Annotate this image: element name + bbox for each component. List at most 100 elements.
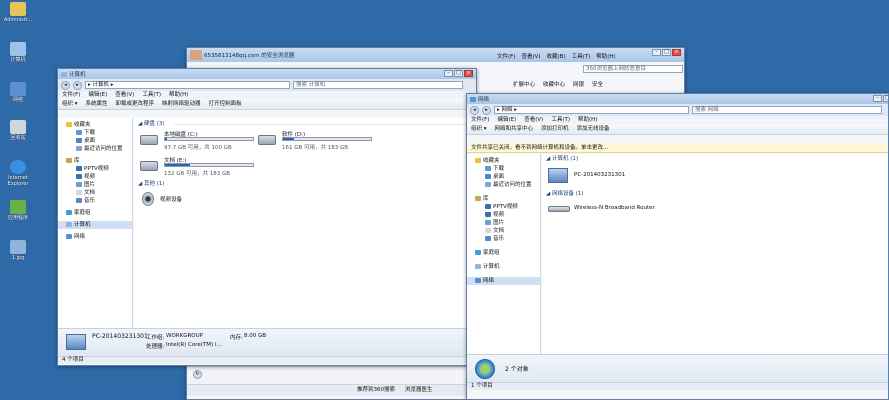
nav-library[interactable]: 库 [467,195,540,203]
nav-homegroup[interactable]: 家庭组 [58,209,132,217]
nav-music[interactable]: 音乐 [467,235,540,243]
minimize-button[interactable]: – [652,49,661,56]
desktop-icon-ie[interactable]: Internet Explorer [2,160,34,187]
open-control-panel-button[interactable]: 打开控制面板 [209,99,242,109]
forward-button[interactable]: ▸ [482,105,491,115]
favorites-center-button[interactable]: 收藏中心 [543,80,565,88]
computer-toolbar: 组织 ▾ 系统属性 卸载或更改程序 映射网络驱动器 打开控制面板 [58,99,476,110]
minimize-button[interactable]: – [444,70,453,77]
menu-edit[interactable]: 编辑(E) [88,91,107,99]
system-properties-button[interactable]: 系统属性 [86,99,108,109]
browser-doctor-button[interactable]: 浏览器医生 [405,385,433,396]
refresh-icon[interactable]: ↻ [193,370,202,379]
close-button[interactable]: × [672,49,681,56]
add-wireless-device-button[interactable]: 添加无线设备 [577,124,610,134]
browser-menu-help[interactable]: 帮助(H) [596,52,615,60]
nav-downloads[interactable]: 下载 [467,165,540,173]
extensions-button[interactable]: 扩展中心 [513,80,535,88]
nav-desktop[interactable]: 桌面 [58,137,132,145]
maximize-button[interactable]: □ [883,95,888,102]
security-button[interactable]: 安全 [592,80,603,88]
browser-menu-view[interactable]: 查看(V) [521,52,540,60]
back-button[interactable]: ◂ [61,80,70,90]
nav-library[interactable]: 库 [58,157,132,165]
nav-network[interactable]: 网络 [467,277,540,285]
menu-view[interactable]: 查看(V) [524,116,543,124]
back-button[interactable]: ◂ [470,105,479,115]
minimize-button[interactable]: – [873,95,882,102]
nav-pictures[interactable]: 图片 [58,181,132,189]
network-computer-item[interactable]: PC-201403231301 [548,166,668,186]
nav-desktop[interactable]: 桌面 [467,173,540,181]
group-header-disks[interactable]: ◢ 硬盘 (3) [138,120,165,128]
computer-window[interactable]: 计算机 – □ × ◂ ▸ ▸ 计算机 ▸ 搜索 计算机 文件(F) 编辑(E)… [57,68,477,366]
nav-computer[interactable]: 计算机 [58,221,132,229]
browser-menu-tools[interactable]: 工具(T) [572,52,591,60]
menu-edit[interactable]: 编辑(E) [497,116,516,124]
nav-documents[interactable]: 文档 [467,227,540,235]
map-network-drive-button[interactable]: 映射网络驱动器 [162,99,201,109]
nav-downloads[interactable]: 下载 [58,129,132,137]
add-printer-button[interactable]: 添加打印机 [541,124,569,134]
nav-pptv[interactable]: PPTV视频 [467,203,540,211]
desktop-icon-recycle-bin[interactable]: 回收站 [2,120,34,141]
group-header-computers[interactable]: ◢ 计算机 (1) [546,155,578,163]
desktop-icon-apps[interactable]: 应用程序 [2,200,34,221]
computer-search-input[interactable]: 搜索 计算机 [293,81,463,89]
nav-documents[interactable]: 文档 [58,189,132,197]
router-item[interactable]: Wireless-N Broadband Router [548,201,708,217]
maximize-button[interactable]: □ [662,49,671,56]
nav-network[interactable]: 网络 [58,233,132,241]
nav-videos[interactable]: 视频 [58,173,132,181]
internet-explorer-icon [10,160,26,174]
computer-address-bar[interactable]: ▸ 计算机 ▸ [85,81,290,89]
recommend-search-button[interactable]: 推荐到360搜索 [357,385,395,396]
nav-favorites[interactable]: 收藏夹 [58,121,132,129]
disk-d[interactable]: 软件 (D:) 161 GB 可用，共 183 GB [258,130,378,152]
organize-button[interactable]: 组织 ▾ [62,99,78,109]
desktop-icon-jpg[interactable]: 1.jpg [2,240,34,261]
nav-pictures[interactable]: 图片 [467,219,540,227]
menu-help[interactable]: 帮助(H) [169,91,188,99]
maximize-button[interactable]: □ [454,70,463,77]
network-search-input[interactable]: 搜索 网络 [692,106,882,114]
network-sharing-center-button[interactable]: 网络和共享中心 [495,124,534,134]
desktop-icon-computer[interactable]: 计算机 [2,42,34,63]
group-header-infrastructure[interactable]: ◢ 网络设备 (1) [546,190,584,198]
menu-file[interactable]: 文件(F) [471,116,489,124]
organize-button[interactable]: 组织 ▾ [471,124,487,134]
menu-help[interactable]: 帮助(H) [578,116,597,124]
avatar [190,50,202,60]
disk-c[interactable]: 本地磁盘 (C:) 97.7 GB 可用，共 100 GB [140,130,260,152]
nav-computer[interactable]: 计算机 [467,263,540,271]
browser-menu-file[interactable]: 文件(F) [497,52,515,60]
nav-favorites[interactable]: 收藏夹 [467,157,540,165]
file-sharing-infobar[interactable]: 文件共享已关闭。看不到网络计算机和设备。单击更改... [467,143,888,153]
close-button[interactable]: × [464,70,473,77]
desktop-icon-network[interactable]: 网络 [2,82,34,103]
group-header-other[interactable]: ◢ 其他 (1) [138,180,165,188]
nav-music[interactable]: 音乐 [58,197,132,205]
disk-c-info: 97.7 GB 可用，共 100 GB [164,145,232,151]
network-window[interactable]: 网络 – □ ◂ ▸ ▸ 网络 ▸ 搜索 网络 文件(F) 编辑(E) 查看(V… [466,93,889,400]
browser-menu-favorites[interactable]: 收藏(B) [547,52,566,60]
forward-button[interactable]: ▸ [73,80,82,90]
disk-e[interactable]: 文档 (E:) 132 GB 可用，共 183 GB [140,156,260,178]
network-titlebar[interactable]: 网络 – □ [467,94,888,104]
menu-view[interactable]: 查看(V) [115,91,134,99]
video-device-item[interactable]: 视频设备 [142,190,222,210]
menu-file[interactable]: 文件(F) [62,91,80,99]
nav-pptv[interactable]: PPTV视频 [58,165,132,173]
nav-homegroup[interactable]: 家庭组 [467,249,540,257]
browser-search-input[interactable]: 360浏览器上网防恶意目 [583,65,683,73]
menu-tools[interactable]: 工具(T) [142,91,161,99]
computer-titlebar[interactable]: 计算机 – □ × [58,69,476,79]
network-address-bar[interactable]: ▸ 网络 ▸ [494,106,689,114]
menu-tools[interactable]: 工具(T) [551,116,570,124]
nav-recent[interactable]: 最近访问的位置 [58,145,132,153]
online-banking-button[interactable]: 网银 [573,80,584,88]
nav-videos[interactable]: 视频 [467,211,540,219]
uninstall-program-button[interactable]: 卸载或更改程序 [116,99,155,109]
desktop-icon-admin[interactable]: Administr... [2,2,34,23]
nav-recent[interactable]: 最近访问的位置 [467,181,540,189]
